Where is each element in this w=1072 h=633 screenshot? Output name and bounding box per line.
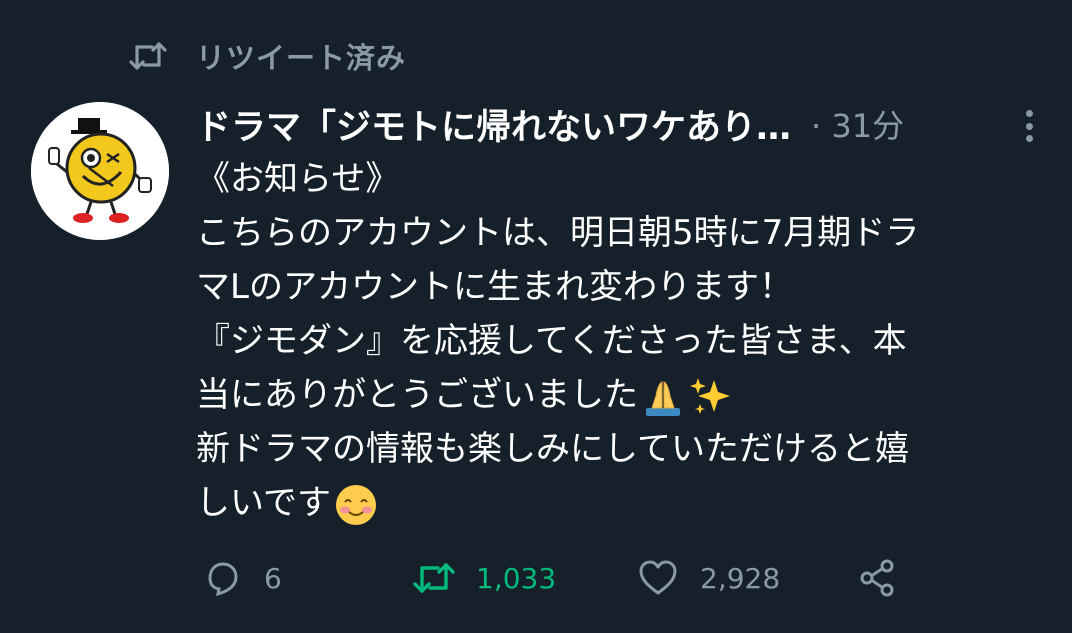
retweet-button[interactable]: 1,033 (412, 556, 556, 600)
retweet-label: リツイート済み (196, 41, 407, 75)
share-button[interactable] (856, 556, 900, 600)
like-count: 2,928 (700, 561, 781, 595)
smiling-face-emoji (333, 482, 379, 528)
tweet-text-line: 『ジモダン』を応援してくださった皆さま、本 (196, 321, 907, 361)
tweet-text-line: マLのアカウントに生まれ変わります！ (196, 267, 793, 307)
reply-button[interactable]: 6 (200, 556, 282, 600)
tweet-time[interactable]: 31分 (831, 107, 904, 145)
tweet-meta: · 31分 (811, 101, 904, 147)
avatar[interactable] (31, 102, 169, 240)
tweet-text-line: 新ドラマの情報も楽しみにしていただけると嬉 (196, 429, 909, 469)
retweet-count: 1,033 (476, 561, 557, 595)
more-icon[interactable] (1014, 104, 1044, 148)
tweet-text-segment: 当にありがとうございました (196, 375, 638, 415)
sparkles-emoji (688, 374, 734, 420)
like-icon (636, 556, 680, 600)
tweet-text-line-with-emoji: しいです (196, 476, 1046, 530)
tweet-content: ドラマ「ジモトに帰れないワケあり… · 31分 《お知らせ》 こちらのアカウント… (196, 96, 1056, 530)
like-button[interactable]: 2,928 (636, 556, 780, 600)
tweet-text: 《お知らせ》 こちらのアカウントは、明日朝5時に7月期ドラ マLのアカウントに生… (196, 152, 1046, 530)
retweet-icon (412, 556, 456, 600)
meta-separator: · (811, 107, 822, 145)
reply-count: 6 (264, 561, 282, 595)
tweet-actions: 6 1,033 2,928 (196, 552, 916, 604)
folded-hands-emoji (640, 374, 686, 420)
tweet-text-line: こちらのアカウントは、明日朝5時に7月期ドラ (196, 213, 920, 253)
tweet[interactable]: リツイート済み ドラマ「ジモトに帰れないワケあり… · 31分 《お知らせ》 こ… (0, 0, 1072, 633)
share-icon (856, 556, 900, 600)
tweet-text-line-with-emoji: 当にありがとうございました (196, 368, 1046, 422)
retweet-icon (128, 36, 168, 76)
tweet-header: ドラマ「ジモトに帰れないワケあり… · 31分 (196, 96, 1056, 152)
author-name[interactable]: ドラマ「ジモトに帰れないワケあり… (196, 99, 791, 150)
retweet-indicator: リツイート済み (128, 34, 406, 78)
tweet-text-line: 《お知らせ》 (196, 159, 400, 199)
tweet-text-segment: しいです (196, 483, 331, 523)
reply-icon (200, 556, 244, 600)
